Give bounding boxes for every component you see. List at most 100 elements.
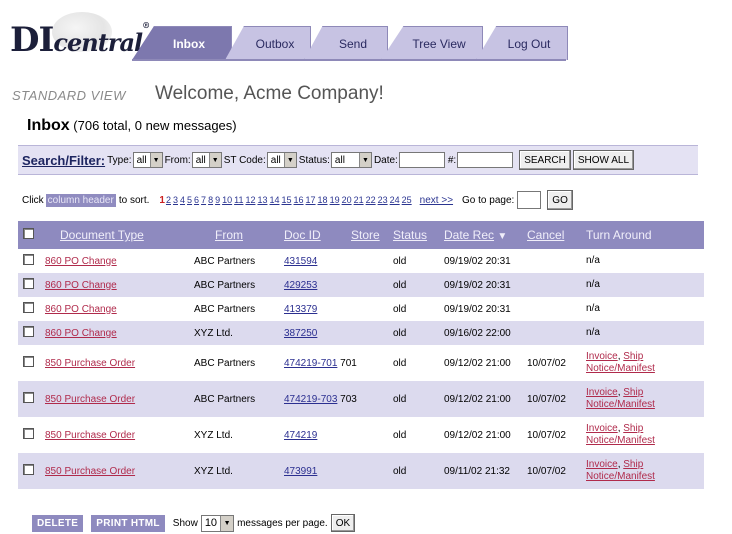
row-checkbox[interactable] [23, 302, 34, 313]
row-checkbox[interactable] [23, 428, 34, 439]
document-type-link[interactable]: 860 PO Change [45, 304, 117, 315]
search-button[interactable]: SEARCH [519, 150, 571, 170]
page-link[interactable]: 12 [245, 195, 255, 205]
document-type-link[interactable]: 850 Purchase Order [45, 358, 135, 369]
page-link[interactable]: 24 [390, 195, 400, 205]
st-code-select[interactable]: all ▼ [266, 152, 297, 168]
row-checkbox[interactable] [23, 326, 34, 337]
sort-hint-to-sort: to sort. [118, 194, 150, 206]
document-type-link[interactable]: 860 PO Change [45, 280, 117, 291]
goto-page-input[interactable] [517, 191, 542, 209]
ship-link[interactable]: Ship [623, 351, 643, 362]
page-link[interactable]: 20 [342, 195, 352, 205]
document-type-link[interactable]: 860 PO Change [45, 328, 117, 339]
doc-id-link[interactable]: 429253 [284, 280, 317, 291]
page-link[interactable]: 23 [378, 195, 388, 205]
print-html-button[interactable]: PRINT HTML [91, 514, 165, 532]
status-select[interactable]: all ▼ [330, 152, 372, 168]
row-checkbox[interactable] [23, 254, 34, 265]
page-link[interactable]: 17 [306, 195, 316, 205]
page-link[interactable]: 6 [194, 195, 199, 205]
header-doc-id[interactable]: Doc ID [284, 228, 321, 242]
ship-link[interactable]: Ship [623, 459, 643, 470]
page-link[interactable]: 13 [257, 195, 267, 205]
date-rec-cell: 09/19/02 20:31 [444, 279, 511, 291]
page-link[interactable]: 2 [166, 195, 171, 205]
header-store[interactable]: Store [351, 228, 380, 242]
from-cell: ABC Partners [194, 279, 256, 291]
tab-log-out[interactable]: Log Out [476, 26, 568, 60]
header-cancel[interactable]: Cancel [527, 228, 564, 242]
page-link[interactable]: 15 [282, 195, 292, 205]
notice-manifest-link[interactable]: Notice/Manifest [586, 363, 655, 374]
doc-id-link[interactable]: 431594 [284, 256, 317, 267]
show-label: Show [172, 517, 198, 529]
row-checkbox[interactable] [23, 392, 34, 403]
page-link[interactable]: 14 [269, 195, 279, 205]
page-link[interactable]: 25 [402, 195, 412, 205]
invoice-link[interactable]: Invoice [586, 423, 618, 434]
ship-link[interactable]: Ship [623, 423, 643, 434]
notice-manifest-link[interactable]: Notice/Manifest [586, 435, 655, 446]
notice-manifest-link[interactable]: Notice/Manifest [586, 399, 655, 410]
notice-manifest-link[interactable]: Notice/Manifest [586, 471, 655, 482]
number-input[interactable] [457, 152, 514, 168]
tab-send[interactable]: Send [304, 26, 388, 60]
row-checkbox[interactable] [23, 356, 34, 367]
page-link[interactable]: 4 [180, 195, 185, 205]
page-link[interactable]: 10 [222, 195, 232, 205]
header-from[interactable]: From [215, 228, 243, 242]
tab-tree-view[interactable]: Tree View [381, 26, 483, 60]
page-link[interactable]: 7 [201, 195, 206, 205]
document-type-link[interactable]: 860 PO Change [45, 256, 117, 267]
table-row: 850 Purchase Order ABC Partners 474219-7… [18, 345, 704, 381]
page-link[interactable]: 9 [215, 195, 220, 205]
cancel-date-cell: 10/07/02 [527, 465, 566, 477]
doc-id-link[interactable]: 387250 [284, 328, 317, 339]
tab-outbox[interactable]: Outbox [225, 26, 311, 60]
row-checkbox[interactable] [23, 278, 34, 289]
header-document-type[interactable]: Document Type [60, 228, 144, 242]
delete-button[interactable]: DELETE [32, 514, 84, 532]
page-link[interactable]: 21 [354, 195, 364, 205]
table-row: 860 PO Change ABC Partners 431594 old 09… [18, 249, 704, 273]
page-link[interactable]: 11 [234, 195, 243, 205]
doc-id-link[interactable]: 474219 [284, 430, 317, 441]
go-button[interactable]: GO [547, 190, 573, 210]
invoice-link[interactable]: Invoice [586, 387, 618, 398]
doc-id-link[interactable]: 413379 [284, 304, 317, 315]
page-link[interactable]: 8 [208, 195, 213, 205]
cancel-date-cell: 10/07/02 [527, 357, 566, 369]
doc-id-link[interactable]: 474219-701 [284, 358, 337, 369]
header-status[interactable]: Status [393, 228, 427, 242]
ship-link[interactable]: Ship [623, 387, 643, 398]
document-type-link[interactable]: 850 Purchase Order [45, 430, 135, 441]
from-select[interactable]: all ▼ [191, 152, 222, 168]
header-turn-around: Turn Around [586, 228, 652, 242]
date-input[interactable] [398, 152, 445, 168]
invoice-link[interactable]: Invoice [586, 351, 618, 362]
next-page-link[interactable]: next >> [420, 195, 453, 206]
select-all-checkbox[interactable] [23, 228, 34, 239]
page-link[interactable]: 22 [366, 195, 376, 205]
turn-around-text: n/a [586, 327, 600, 338]
doc-id-link[interactable]: 473991 [284, 466, 317, 477]
page-link[interactable]: 16 [294, 195, 304, 205]
page-link[interactable]: 5 [187, 195, 192, 205]
per-page-select[interactable]: 10 ▼ [200, 514, 235, 532]
document-type-link[interactable]: 850 Purchase Order [45, 466, 135, 477]
page-link[interactable]: 18 [318, 195, 328, 205]
row-checkbox[interactable] [23, 464, 34, 475]
invoice-link[interactable]: Invoice [586, 459, 618, 470]
doc-id-link[interactable]: 474219-703 [284, 394, 337, 405]
header-date-rec[interactable]: Date Rec [444, 228, 494, 242]
bottom-controls: DELETE PRINT HTML Show 10 ▼ messages per … [32, 514, 356, 532]
date-rec-cell: 09/12/02 21:00 [444, 393, 511, 405]
document-type-link[interactable]: 850 Purchase Order [45, 394, 135, 405]
page-link[interactable]: 3 [173, 195, 178, 205]
show-all-button[interactable]: SHOW ALL [572, 150, 635, 170]
type-select[interactable]: all ▼ [132, 152, 163, 168]
date-rec-cell: 09/19/02 20:31 [444, 303, 511, 315]
ok-button[interactable]: OK [330, 514, 356, 532]
page-link[interactable]: 19 [330, 195, 340, 205]
